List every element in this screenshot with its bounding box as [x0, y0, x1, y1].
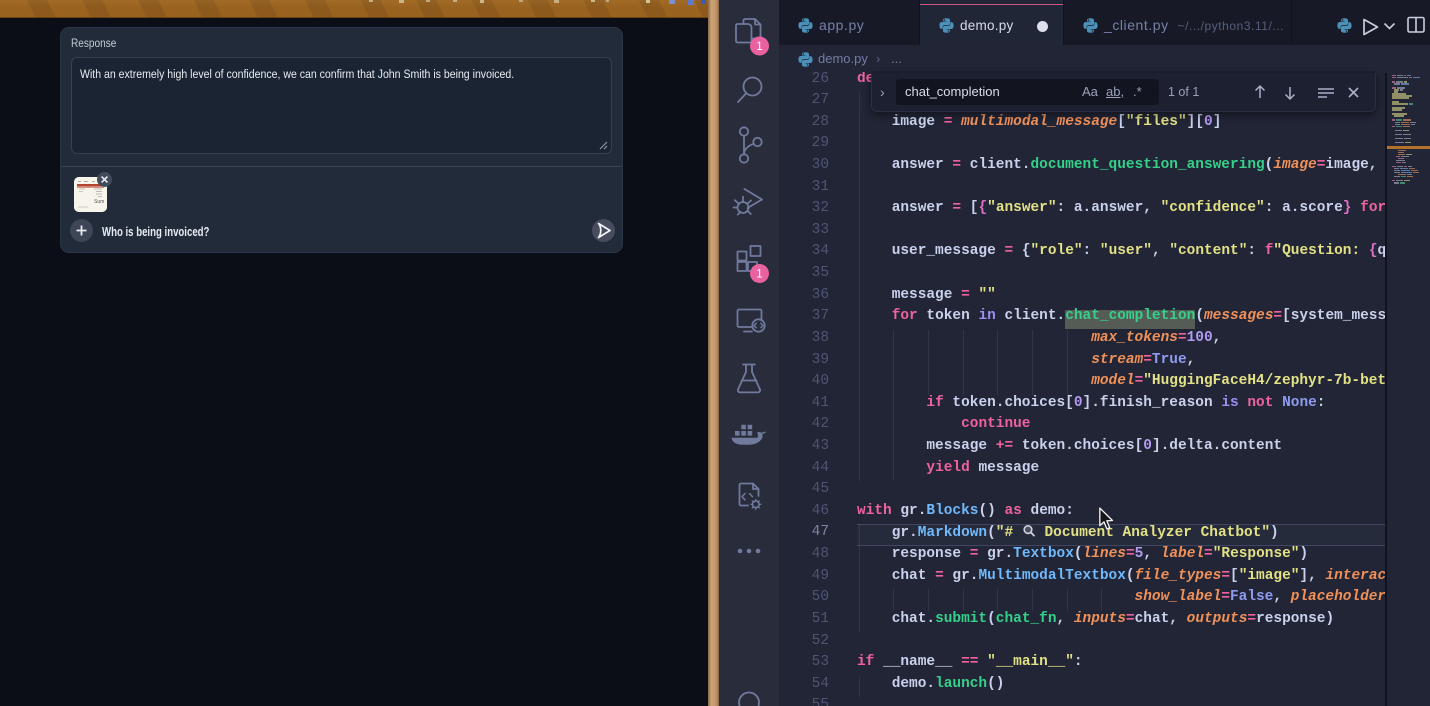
svg-text:1: 1: [756, 41, 762, 53]
svg-text:Sum: Sum: [94, 199, 104, 205]
svg-text:1: 1: [756, 269, 762, 281]
